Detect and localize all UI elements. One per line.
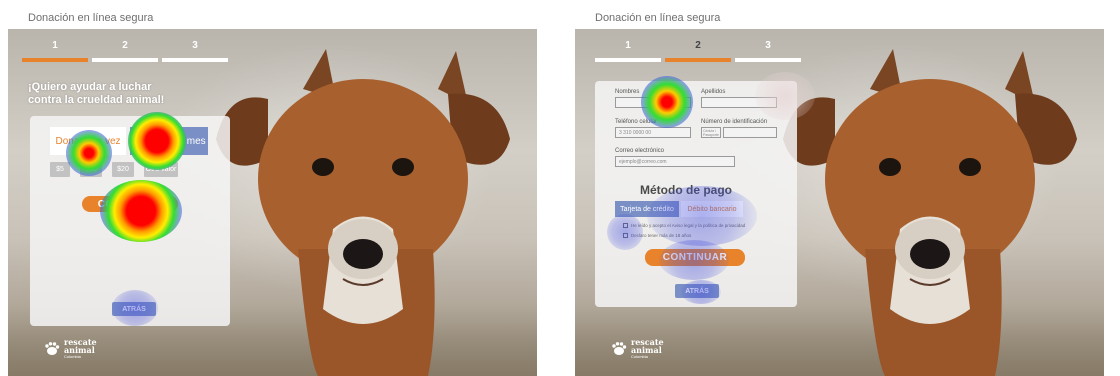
last-name-label: Apellidos bbox=[701, 89, 726, 95]
amount-20-button[interactable]: $20 bbox=[112, 162, 134, 177]
tab-donate-once[interactable]: Donar una vez bbox=[50, 127, 126, 155]
amount-other-button[interactable]: Otro valor bbox=[144, 162, 178, 177]
step-1-label: 1 bbox=[625, 40, 631, 51]
step-3-bar bbox=[162, 58, 228, 62]
id-type-select[interactable]: Cédula / Pasaporte bbox=[701, 127, 721, 138]
headline: ¡Quiero ayudar a luchar contra la crueld… bbox=[28, 81, 165, 106]
step-2-label: 2 bbox=[695, 40, 701, 51]
step-2-bar bbox=[92, 58, 158, 62]
payment-method-title: Método de pago bbox=[640, 183, 732, 197]
dog-illustration bbox=[216, 49, 510, 376]
step-3-label: 3 bbox=[765, 40, 771, 51]
step-progress: 1 2 3 bbox=[595, 40, 802, 76]
step-1-bar bbox=[22, 58, 88, 62]
right-panel: Donación en línea segura 1 2 3 Nombres A… bbox=[567, 0, 1104, 376]
step-2-bar bbox=[665, 58, 731, 62]
phone-label: Teléfono celular bbox=[615, 119, 658, 125]
panel-title: Donación en línea segura bbox=[595, 12, 721, 24]
email-label: Correo electrónico bbox=[615, 148, 665, 154]
paw-logo-icon bbox=[612, 341, 627, 355]
logo-line-2: animal bbox=[64, 345, 95, 355]
tab-donate-monthly[interactable]: Donar cada mes bbox=[130, 127, 208, 155]
left-panel: Donación en línea segura 1 2 3 ¡Quiero a… bbox=[0, 0, 537, 376]
age-checkbox[interactable] bbox=[623, 233, 628, 238]
logo-line-2: animal bbox=[631, 345, 662, 355]
dog-illustration bbox=[783, 49, 1077, 376]
terms-checkbox-row[interactable]: He leído y acepto el Aviso legal y la po… bbox=[623, 223, 745, 228]
back-button[interactable]: ATRÁS bbox=[112, 302, 156, 316]
first-name-label: Nombres bbox=[615, 89, 640, 95]
step-1-bar bbox=[595, 58, 661, 62]
donor-form-card: Nombres Apellidos Teléfono celular 3 310… bbox=[595, 81, 797, 307]
amount-5-button[interactable]: $5 bbox=[50, 162, 70, 177]
step-3-bar bbox=[735, 58, 801, 62]
continue-button[interactable]: CONTINUAR bbox=[645, 249, 745, 266]
donation-card: Donar una vez Donar cada mes $5 $10 $20 … bbox=[30, 116, 230, 326]
logo-text: rescate animal Colombia bbox=[631, 338, 664, 359]
last-name-input[interactable] bbox=[701, 97, 777, 108]
step-progress: 1 2 3 bbox=[22, 40, 229, 76]
terms-checkbox[interactable] bbox=[623, 223, 628, 228]
tab-credit-card[interactable]: Tarjeta de crédito bbox=[615, 201, 679, 217]
step-3-label: 3 bbox=[192, 40, 198, 51]
id-number-label: Número de identificación bbox=[701, 119, 768, 125]
logo: rescate animal Colombia bbox=[44, 338, 97, 359]
logo-text: rescate animal Colombia bbox=[64, 338, 97, 359]
panel-title: Donación en línea segura bbox=[28, 12, 154, 24]
terms-label: He leído y acepto el Aviso legal y la po… bbox=[631, 223, 746, 228]
first-name-input[interactable] bbox=[615, 97, 691, 108]
phone-input[interactable]: 3 310 0000 00 bbox=[615, 127, 691, 138]
email-input[interactable]: ejemplo@correo.com bbox=[615, 156, 735, 167]
paw-logo-icon bbox=[45, 341, 60, 355]
step-1-label: 1 bbox=[52, 40, 58, 51]
amount-10-button[interactable]: $10 bbox=[80, 162, 102, 177]
age-checkbox-row[interactable]: Declaro tener más de 18 años bbox=[623, 233, 691, 238]
back-button[interactable]: ATRÁS bbox=[675, 284, 719, 298]
id-number-input[interactable] bbox=[723, 127, 777, 138]
logo: rescate animal Colombia bbox=[611, 338, 664, 359]
continue-button[interactable]: CONTINUAR bbox=[82, 196, 178, 212]
tab-bank-debit[interactable]: Débito bancario bbox=[681, 201, 743, 217]
step-2-label: 2 bbox=[122, 40, 128, 51]
age-label: Declaro tener más de 18 años bbox=[631, 233, 692, 238]
